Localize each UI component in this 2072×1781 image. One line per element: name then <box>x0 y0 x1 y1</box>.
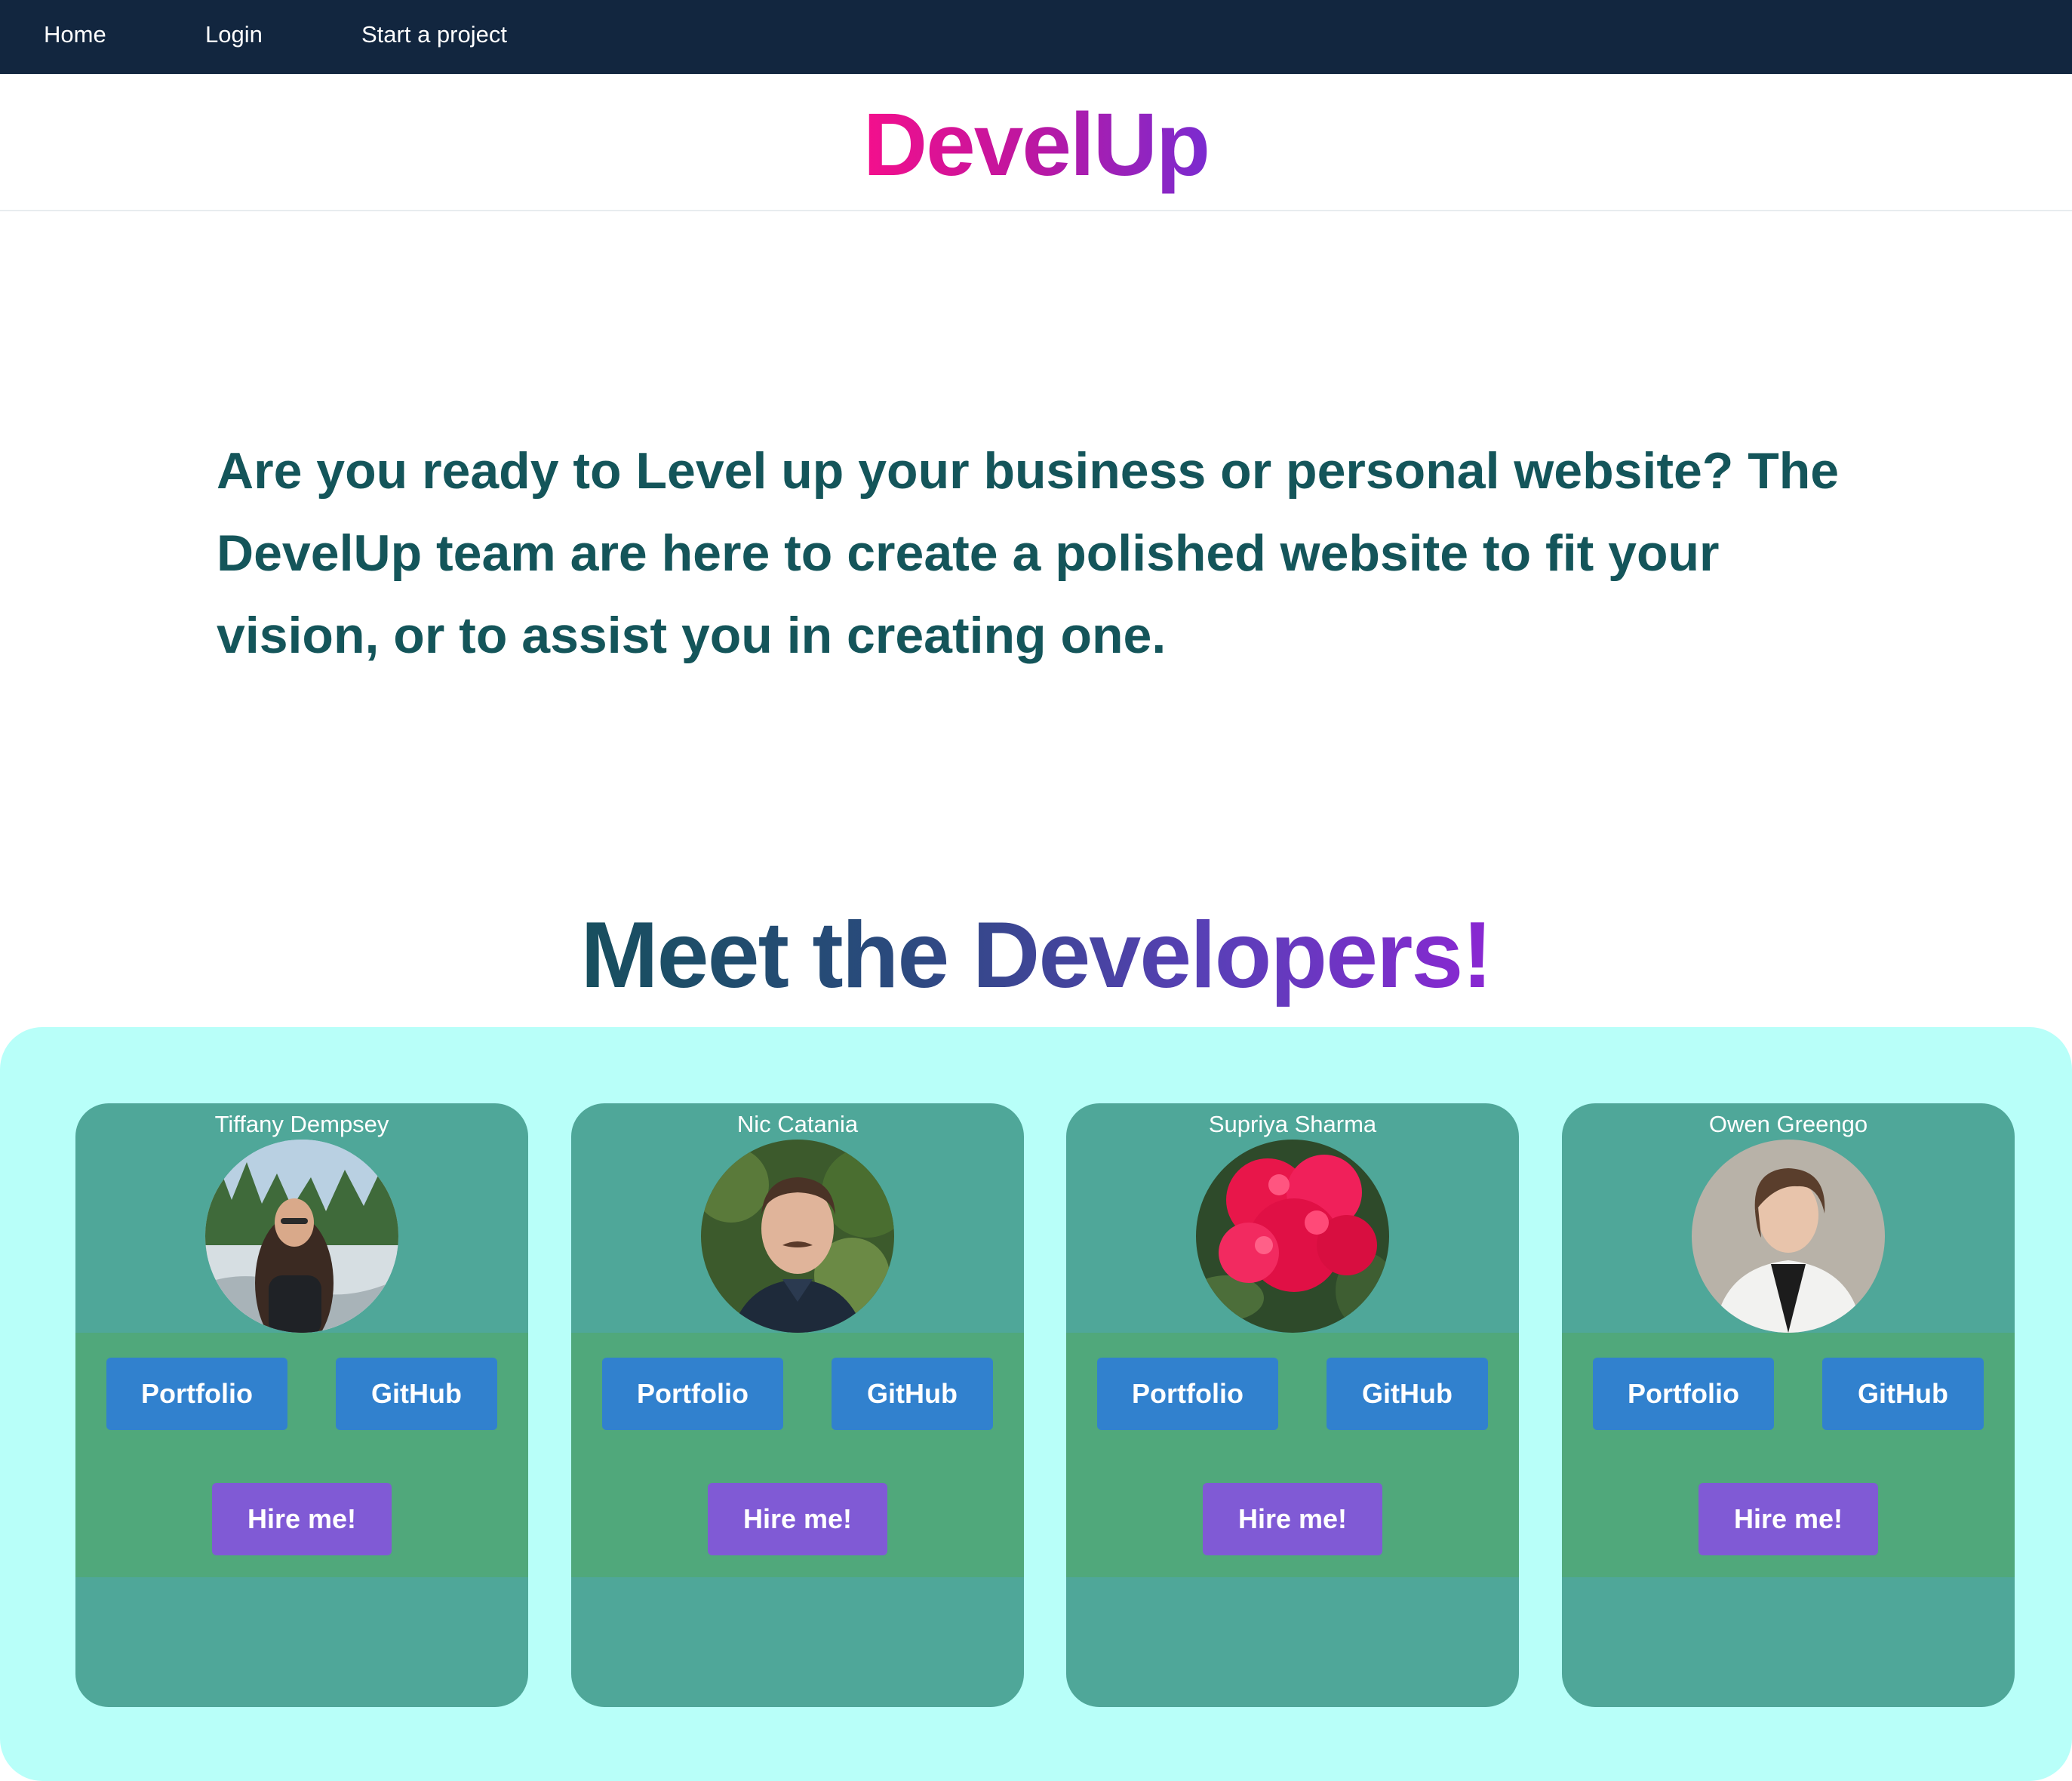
portfolio-button[interactable]: Portfolio <box>106 1358 287 1430</box>
portfolio-button[interactable]: Portfolio <box>602 1358 783 1430</box>
person-at-river-photo <box>205 1140 398 1333</box>
man-with-mustache-photo <box>701 1140 894 1333</box>
hire-me-button[interactable]: Hire me! <box>1698 1483 1878 1555</box>
nav-login-link[interactable]: Login <box>205 21 263 48</box>
brand-header: DevelUp <box>0 74 2072 211</box>
portfolio-button[interactable]: Portfolio <box>1097 1358 1278 1430</box>
top-navigation-bar: Home Login Start a project <box>0 0 2072 74</box>
developer-card: Tiffany Dempsey Portfolio GitHub Hire me… <box>75 1103 528 1707</box>
nav-start-project-link[interactable]: Start a project <box>361 21 507 48</box>
developer-avatar <box>1692 1140 1885 1333</box>
developer-name: Nic Catania <box>736 1111 859 1137</box>
portfolio-button[interactable]: Portfolio <box>1593 1358 1774 1430</box>
meet-developers-heading: Meet the Developers! <box>580 903 1493 1007</box>
github-button[interactable]: GitHub <box>1327 1358 1488 1430</box>
hire-me-button[interactable]: Hire me! <box>1203 1483 1382 1555</box>
hire-me-button[interactable]: Hire me! <box>212 1483 392 1555</box>
hero-text: Are you ready to Level up your business … <box>217 442 1840 664</box>
developer-card-actions: Portfolio GitHub Hire me! <box>1066 1333 1519 1577</box>
red-flowers-photo <box>1196 1140 1389 1333</box>
developer-name: Supriya Sharma <box>1208 1111 1377 1137</box>
developer-card-actions: Portfolio GitHub Hire me! <box>75 1333 528 1577</box>
developer-name: Owen Greengo <box>1708 1111 1868 1137</box>
developer-card-actions: Portfolio GitHub Hire me! <box>571 1333 1024 1577</box>
hire-me-button[interactable]: Hire me! <box>708 1483 887 1555</box>
developer-avatar <box>205 1140 398 1333</box>
github-button[interactable]: GitHub <box>832 1358 993 1430</box>
developer-card-actions: Portfolio GitHub Hire me! <box>1562 1333 2015 1577</box>
nav-home-link[interactable]: Home <box>44 21 106 48</box>
developer-avatar <box>1196 1140 1389 1333</box>
developer-card: Owen Greengo Portfolio GitHub Hire me! <box>1562 1103 2015 1707</box>
github-button[interactable]: GitHub <box>1822 1358 1984 1430</box>
developer-card: Supriya Sharma Portfolio GitHub Hire me! <box>1066 1103 1519 1707</box>
github-button[interactable]: GitHub <box>336 1358 497 1430</box>
developer-avatar <box>701 1140 894 1333</box>
developer-name: Tiffany Dempsey <box>214 1111 389 1137</box>
man-in-white-jacket-photo <box>1692 1140 1885 1333</box>
brand-logo-text: DevelUp <box>862 95 1210 195</box>
developer-card: Nic Catania Portfolio GitHub Hire me! <box>571 1103 1024 1707</box>
